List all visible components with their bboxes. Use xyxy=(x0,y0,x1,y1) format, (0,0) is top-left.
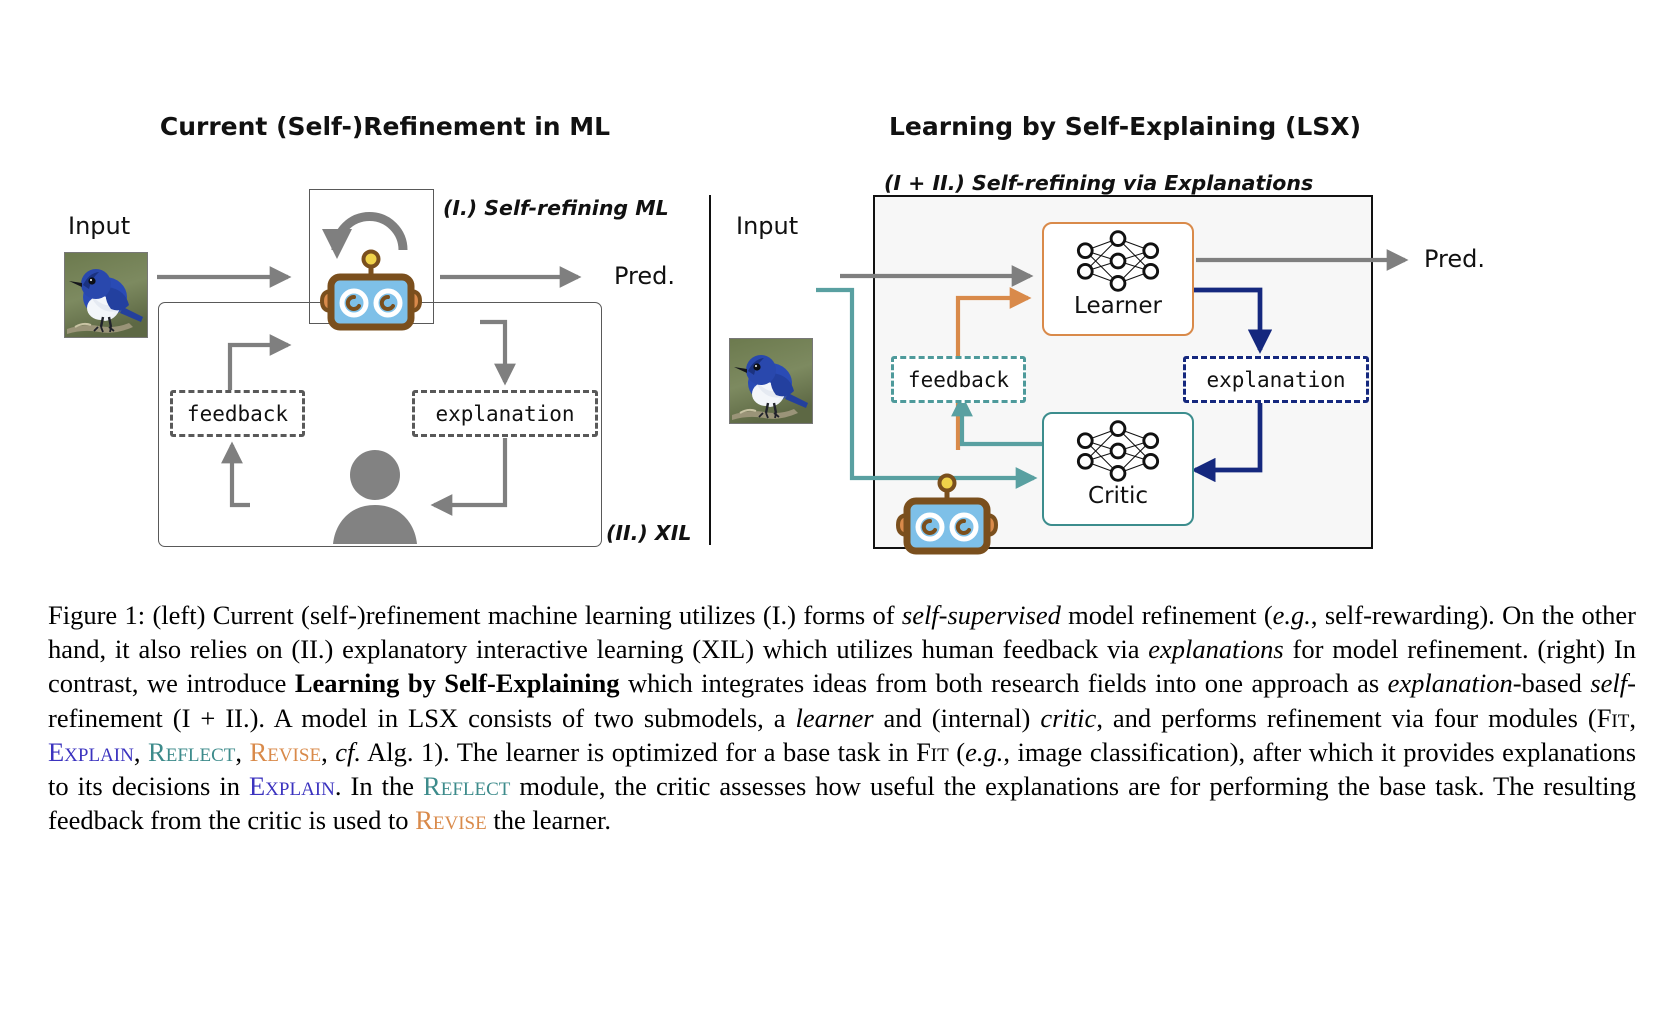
right-pred-label: Pred. xyxy=(1424,245,1486,273)
caption-segment-32: Explain xyxy=(249,771,335,802)
left-explanation-label: explanation xyxy=(435,401,575,426)
caption-segment-6: explanations xyxy=(1148,634,1284,665)
caption-segment-1: (left) Current (self-)refinement machine… xyxy=(145,600,902,630)
caption-segment-26: cf. xyxy=(335,736,361,767)
caption-segment-2: self-supervised xyxy=(901,600,1061,630)
person-icon xyxy=(325,448,425,544)
caption-segment-24: Revise xyxy=(249,736,322,767)
left-pred-label: Pred. xyxy=(614,262,676,290)
caption-segment-21: , xyxy=(133,736,149,767)
caption-segment-34: Reflect xyxy=(423,771,511,802)
left-feedback-box: feedback xyxy=(170,390,305,437)
right-feedback-box: feedback xyxy=(891,356,1026,403)
left-model-robot-icon xyxy=(312,249,430,331)
figure-page: Current (Self-)Refinement in ML Input (I… xyxy=(0,0,1680,1020)
learner-label: Learner xyxy=(1074,293,1162,319)
caption-segment-36: Revise xyxy=(415,805,487,836)
left-feedback-label: feedback xyxy=(186,401,289,426)
caption-segment-12: self xyxy=(1590,668,1628,699)
critic-label: Critic xyxy=(1088,483,1148,509)
caption-segment-16: critic xyxy=(1040,702,1097,733)
right-panel-title: Learning by Self-Explaining (LSX) xyxy=(888,112,1362,141)
right-explanation-box: explanation xyxy=(1183,356,1369,403)
neural-network-icon xyxy=(1076,230,1160,292)
caption-segment-4: e.g. xyxy=(1272,600,1311,630)
caption-segment-28: Fit xyxy=(916,736,949,767)
caption-segment-0: Figure 1: xyxy=(48,600,146,630)
caption-segment-3: model refinement ( xyxy=(1060,600,1273,630)
figure-caption: Figure 1: (left) Current (self-)refineme… xyxy=(48,598,1636,837)
critic-box: Critic xyxy=(1042,412,1194,526)
right-explanation-label: explanation xyxy=(1206,367,1346,392)
caption-segment-10: explanation xyxy=(1387,668,1513,699)
caption-segment-20: Explain xyxy=(48,736,134,767)
caption-segment-15: and (internal) xyxy=(873,702,1041,733)
caption-segment-29: ( xyxy=(948,736,966,767)
right-feedback-label: feedback xyxy=(907,367,1010,392)
caption-segment-19: , xyxy=(1629,702,1636,733)
right-model-robot-icon xyxy=(888,473,1006,555)
caption-segment-33: . In the xyxy=(334,771,424,802)
neural-network-icon xyxy=(1076,420,1160,482)
caption-segment-9: which integrates ideas from both researc… xyxy=(619,668,1388,699)
left-explanation-box: explanation xyxy=(412,390,598,437)
learner-box: Learner xyxy=(1042,222,1194,336)
caption-segment-27: Alg. 1). The learner is optimized for a … xyxy=(360,736,917,767)
caption-segment-8: Learning by Self-Explaining xyxy=(294,668,620,699)
caption-segment-25: , xyxy=(321,736,336,767)
caption-segment-37: the learner. xyxy=(486,805,612,836)
caption-segment-22: Reflect xyxy=(148,736,236,767)
caption-segment-23: , xyxy=(235,736,250,767)
caption-segment-14: learner xyxy=(795,702,874,733)
caption-segment-17: , and performs refinement via four modul… xyxy=(1096,702,1597,733)
caption-segment-30: e.g. xyxy=(965,736,1004,767)
caption-segment-18: Fit xyxy=(1596,702,1630,733)
caption-segment-11: -based xyxy=(1512,668,1591,699)
